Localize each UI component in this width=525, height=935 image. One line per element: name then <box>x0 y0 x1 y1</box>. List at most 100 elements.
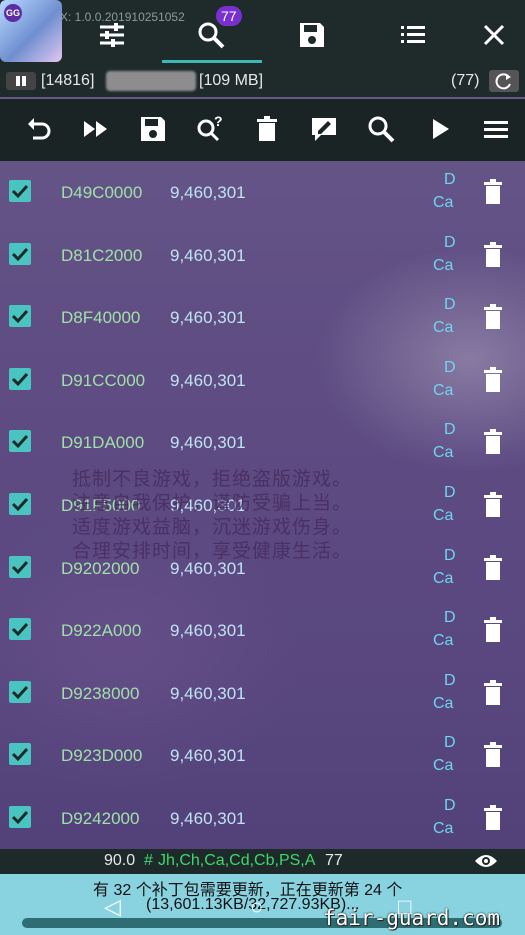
list-item[interactable]: D49C0000 9,460,301 D Ca <box>0 161 525 224</box>
search-icon[interactable] <box>196 20 226 50</box>
trash-icon[interactable] <box>482 617 504 643</box>
value[interactable]: 9,460,301 <box>170 433 246 453</box>
trash-icon[interactable] <box>482 429 504 455</box>
address[interactable]: D922A000 <box>61 621 141 641</box>
value[interactable]: 9,460,301 <box>170 308 246 328</box>
list-item[interactable]: D9242000 9,460,301 D Ca <box>0 787 525 850</box>
address[interactable]: D91DA000 <box>61 433 144 453</box>
memory-usage: [109 MB] <box>199 72 264 89</box>
checkbox[interactable] <box>9 743 31 766</box>
top-bar: GG X: 1.0.0.201910251052 77 <box>0 0 525 65</box>
list-item[interactable]: D81C2000 9,460,301 D Ca <box>0 224 525 287</box>
action-toolbar: ? <box>0 99 525 161</box>
address[interactable]: D91CC000 <box>61 371 145 391</box>
type-primary: D <box>444 296 456 314</box>
back-nav-icon[interactable]: ◁ <box>104 894 121 920</box>
type-secondary: Ca <box>433 632 454 650</box>
value[interactable]: 9,460,301 <box>170 371 246 391</box>
filter-hash: # <box>144 852 153 869</box>
edit-icon[interactable] <box>309 114 339 144</box>
type-secondary: Ca <box>433 381 454 399</box>
search-help-icon[interactable]: ? <box>195 114 225 144</box>
check-icon <box>11 372 29 386</box>
value[interactable]: 9,460,301 <box>170 183 246 203</box>
anti-addiction-watermark: 抵制不良游戏，拒绝盗版游戏。 注意自我保护，谨防受骗上当。 适度游戏益脑，沉迷游… <box>72 468 353 562</box>
type-secondary: Ca <box>433 569 454 587</box>
app-icon[interactable]: GG <box>0 0 62 62</box>
trash-icon[interactable] <box>482 554 504 581</box>
type-secondary: Ca <box>433 256 454 274</box>
eye-icon[interactable] <box>474 852 498 870</box>
checkbox[interactable] <box>9 430 31 453</box>
list-item[interactable]: D922A000 9,460,301 D Ca <box>0 599 525 662</box>
trash-icon[interactable] <box>482 304 504 330</box>
checkbox[interactable] <box>9 367 31 390</box>
floppy-icon[interactable] <box>297 20 327 50</box>
close-icon[interactable] <box>479 20 509 50</box>
list-item[interactable]: D91DA000 9,460,301 D Ca <box>0 411 525 474</box>
address[interactable]: D9238000 <box>61 684 139 704</box>
check-icon <box>11 184 29 199</box>
type-secondary: Ca <box>433 194 454 211</box>
address[interactable]: D8F40000 <box>61 308 140 328</box>
trash-icon[interactable] <box>482 492 504 518</box>
value[interactable]: 9,460,301 <box>170 746 246 766</box>
list-item[interactable]: D9238000 9,460,301 D Ca <box>0 662 525 725</box>
filter-number: 90.0 <box>104 852 136 869</box>
process-name-redacted <box>106 71 196 91</box>
value[interactable]: 9,460,301 <box>170 809 246 829</box>
list-item[interactable]: D923D000 9,460,301 D Ca <box>0 724 525 787</box>
process-id: [14816] <box>41 72 95 89</box>
check-icon <box>11 623 29 637</box>
sliders-icon[interactable] <box>97 20 127 50</box>
value[interactable]: 9,460,301 <box>170 684 246 704</box>
checkbox[interactable] <box>9 618 31 641</box>
list-item[interactable]: D91CC000 9,460,301 D Ca <box>0 349 525 412</box>
type-primary: D <box>444 233 456 251</box>
type-primary: D <box>444 797 456 814</box>
delete-icon[interactable] <box>252 114 282 144</box>
search-icon[interactable] <box>366 114 396 144</box>
address[interactable]: D9242000 <box>61 809 139 829</box>
trash-icon[interactable] <box>482 742 504 768</box>
refresh-button[interactable] <box>489 70 519 92</box>
trash-icon[interactable] <box>482 179 504 205</box>
check-icon <box>11 560 29 574</box>
address[interactable]: D81C2000 <box>61 246 142 266</box>
checkbox[interactable] <box>9 680 31 703</box>
fast-forward-icon[interactable] <box>81 114 111 144</box>
refresh-icon <box>495 73 511 90</box>
check-icon <box>11 810 29 825</box>
checkbox[interactable] <box>9 180 31 202</box>
trash-icon[interactable] <box>482 679 504 706</box>
checkbox[interactable] <box>9 242 31 265</box>
undo-icon[interactable] <box>24 114 54 144</box>
result-count: (77) <box>451 72 480 89</box>
trash-icon[interactable] <box>482 366 504 393</box>
value[interactable]: 9,460,301 <box>170 621 246 641</box>
type-primary: D <box>444 609 456 627</box>
address[interactable]: D49C0000 <box>61 183 142 203</box>
list-item[interactable]: D8F40000 9,460,301 D Ca <box>0 286 525 349</box>
list-icon[interactable] <box>398 20 428 50</box>
address[interactable]: D923D000 <box>61 746 142 766</box>
trash-icon[interactable] <box>482 805 504 831</box>
svg-text:?: ? <box>214 114 223 129</box>
checkbox[interactable] <box>9 555 31 578</box>
filter-bar[interactable]: 90.0 # Jh,Ch,Ca,Cd,Cb,PS,A 77 <box>0 849 525 874</box>
check-icon <box>11 247 29 261</box>
brand-watermark: fair-guard.com <box>323 906 501 930</box>
checkbox[interactable] <box>9 305 31 328</box>
menu-icon[interactable] <box>481 114 511 144</box>
play-icon[interactable] <box>425 114 455 144</box>
home-nav-icon[interactable]: ○ <box>250 894 263 920</box>
type-secondary: Ca <box>433 757 454 775</box>
value[interactable]: 9,460,301 <box>170 246 246 266</box>
trash-icon[interactable] <box>482 241 504 268</box>
checkbox[interactable] <box>9 806 31 828</box>
update-notice: 有 32 个补丁包需要更新，正在更新第 24 个 (13,601.13KB/32… <box>0 874 525 935</box>
checkbox[interactable] <box>9 493 31 515</box>
type-primary: D <box>444 484 456 501</box>
save-icon[interactable] <box>138 114 168 144</box>
pause-button[interactable] <box>6 72 36 90</box>
